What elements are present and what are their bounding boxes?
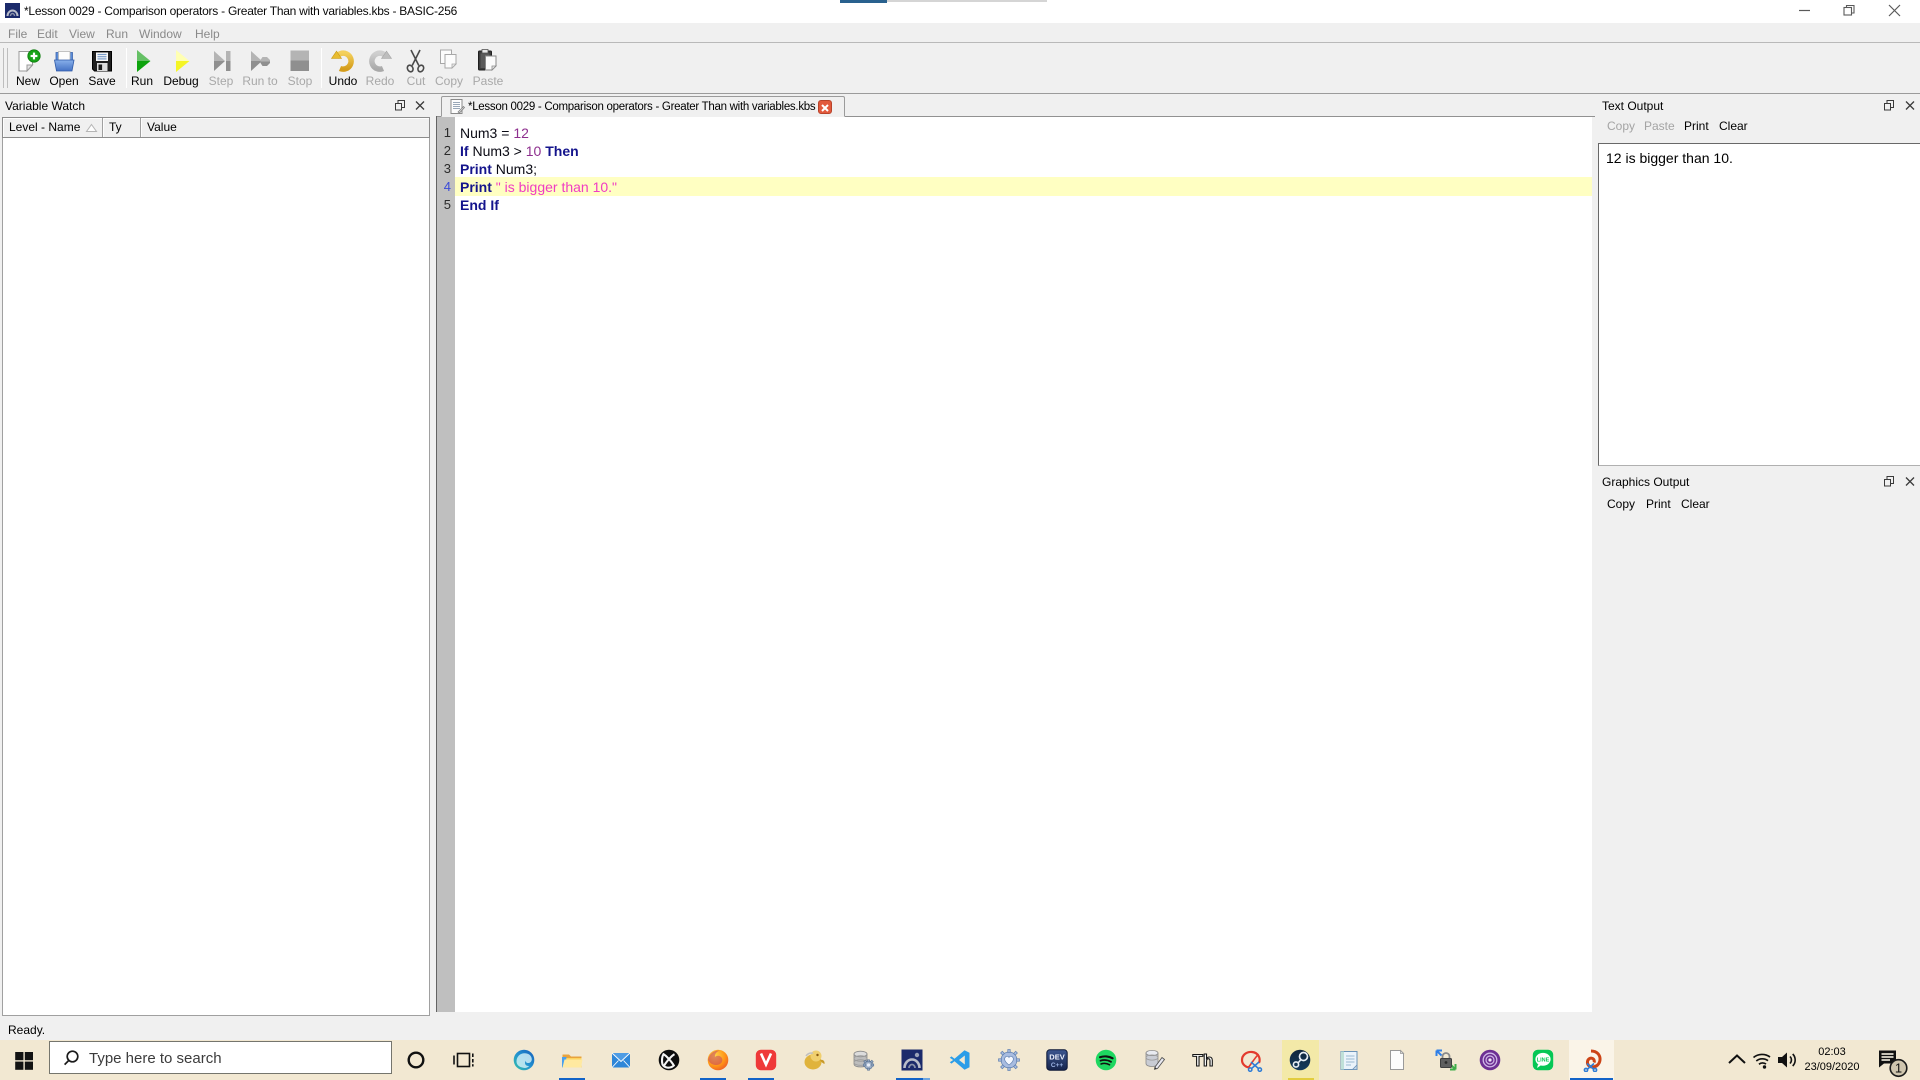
svg-text:C++: C++ [1051,1062,1063,1069]
svg-text:1: 1 [1895,1061,1902,1076]
svg-text:Th: Th [1193,1051,1214,1070]
svg-text:DEV: DEV [1049,1053,1064,1062]
svg-text:LINE: LINE [1537,1058,1550,1064]
